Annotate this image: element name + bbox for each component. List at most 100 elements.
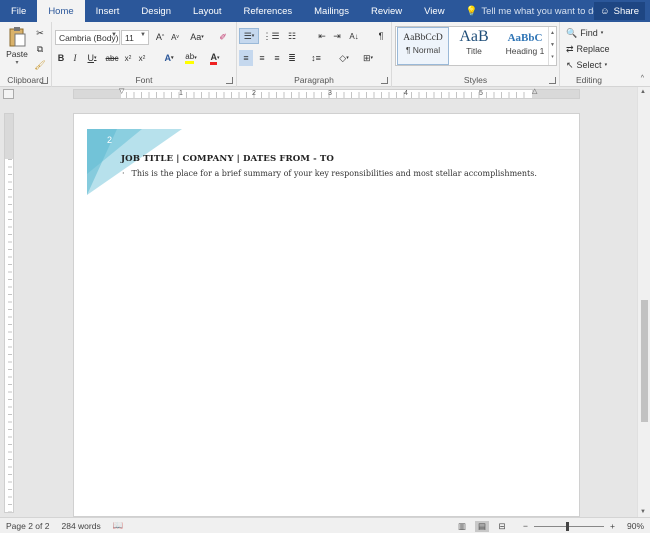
ruler-number: 1 xyxy=(179,90,183,97)
tell-me-text: Tell me what you want to do xyxy=(481,5,599,17)
replace-icon: ⇄ xyxy=(566,43,574,54)
tab-file[interactable]: File xyxy=(0,0,37,22)
tab-home[interactable]: Home xyxy=(37,0,85,22)
style-title[interactable]: AaB Title xyxy=(448,27,500,65)
paragraph-group: ☰ ▾ ⋮☰ ☷ ⇤ ⇥ A↓ ¶ ≡ ≡ ≡ ≣ ↕≡ ◇ ▾ ⊞ ▾ Paragr… xyxy=(237,22,392,87)
sort-icon[interactable]: A↓ xyxy=(347,28,361,44)
multilevel-list-button[interactable]: ☷ xyxy=(283,28,301,44)
style-heading1[interactable]: AaBbC Heading 1 xyxy=(499,27,551,65)
clipboard-launcher-icon[interactable] xyxy=(41,77,48,84)
clear-formatting-icon[interactable]: ✐ xyxy=(216,29,230,45)
font-size-combo[interactable]: 11 ▼ xyxy=(121,30,149,45)
increase-indent-icon[interactable]: ⇥ xyxy=(330,28,344,44)
align-right-button[interactable]: ≡ xyxy=(270,50,284,66)
scroll-down-icon[interactable]: ▼ xyxy=(640,509,646,515)
editing-group: 🔍 Find ▾ ⇄ Replace ↖ Select ▾ Editing xyxy=(560,22,618,87)
tell-me-box[interactable]: 💡 Tell me what you want to do xyxy=(456,0,599,22)
zoom-level[interactable]: 90% xyxy=(627,521,644,531)
web-layout-icon[interactable]: ⊟ xyxy=(495,521,509,532)
tab-mailings[interactable]: Mailings xyxy=(303,0,360,22)
decrease-indent-icon[interactable]: ⇤ xyxy=(315,28,329,44)
highlight-color-icon[interactable]: ab ▾ xyxy=(182,50,200,66)
tab-selector[interactable] xyxy=(3,89,14,99)
bold-button[interactable]: B xyxy=(55,50,67,66)
text-effects-icon[interactable]: A ▾ xyxy=(160,50,178,66)
chevron-down-icon: ▼ xyxy=(140,32,146,38)
zoom-out-icon[interactable]: − xyxy=(523,521,528,531)
print-layout-icon[interactable]: ▤ xyxy=(475,520,490,532)
scroll-up-icon[interactable]: ▲ xyxy=(640,89,646,95)
font-color-icon[interactable]: A ▾ xyxy=(206,50,224,66)
tab-review[interactable]: Review xyxy=(360,0,413,22)
share-label: Share xyxy=(613,5,639,17)
chevron-down-icon: ▼ xyxy=(111,32,117,38)
vertical-ruler[interactable] xyxy=(4,113,14,513)
ruler-number: 5 xyxy=(479,90,483,97)
select-button[interactable]: ↖ Select ▾ xyxy=(566,57,607,73)
share-button[interactable]: ☺ Share xyxy=(593,2,645,20)
shading-icon[interactable]: ◇ ▾ xyxy=(335,50,353,66)
page-count[interactable]: Page 2 of 2 xyxy=(0,521,55,531)
word-count[interactable]: 284 words xyxy=(55,521,106,531)
tab-insert[interactable]: Insert xyxy=(85,0,131,22)
grow-font-icon[interactable]: A ^ xyxy=(153,29,167,45)
format-painter-icon[interactable]: 🖌 xyxy=(34,57,46,73)
strikethrough-button[interactable]: abc xyxy=(105,50,119,66)
justify-button[interactable]: ≣ xyxy=(285,50,299,66)
tab-references[interactable]: References xyxy=(233,0,304,22)
paragraph-launcher-icon[interactable] xyxy=(381,77,388,84)
copy-icon[interactable]: ⧉ xyxy=(34,41,46,57)
style-title-sample: AaB xyxy=(459,28,489,45)
scroll-thumb[interactable] xyxy=(641,300,648,422)
tab-view[interactable]: View xyxy=(413,0,455,22)
bullet-dot-icon: · xyxy=(122,169,125,178)
read-mode-icon[interactable]: ▥ xyxy=(455,521,469,532)
font-name-combo[interactable]: Cambria (Body) ▼ xyxy=(55,30,120,45)
paste-button[interactable]: Paste ▾ xyxy=(4,26,30,66)
tab-design[interactable]: Design xyxy=(130,0,182,22)
vertical-scrollbar[interactable]: ▲ ▼ xyxy=(637,87,650,517)
line-spacing-icon[interactable]: ↕≡ xyxy=(307,50,325,66)
tab-layout[interactable]: Layout xyxy=(182,0,233,22)
italic-button[interactable]: I xyxy=(69,50,81,66)
shrink-font-icon[interactable]: Av xyxy=(168,29,182,45)
page-number: 2 xyxy=(107,135,113,145)
paste-label: Paste xyxy=(6,49,28,59)
style-normal[interactable]: AaBbCcD ¶ Normal xyxy=(397,27,449,65)
font-launcher-icon[interactable] xyxy=(226,77,233,84)
collapse-ribbon-icon[interactable]: ^ xyxy=(641,75,644,82)
zoom-slider-knob[interactable] xyxy=(566,521,570,531)
show-hide-paragraph-icon[interactable]: ¶ xyxy=(375,28,387,44)
borders-icon[interactable]: ⊞ ▾ xyxy=(359,50,377,66)
horizontal-ruler[interactable]: 1 2 3 4 5 7 ▽ △ xyxy=(73,87,580,99)
change-case-button[interactable]: Aa ▾ xyxy=(188,29,206,45)
replace-button[interactable]: ⇄ Replace xyxy=(566,41,610,57)
right-indent-marker-icon[interactable]: △ xyxy=(532,87,537,95)
status-bar: Page 2 of 2 284 words 📖 ▥ ▤ ⊟ − + 90% xyxy=(0,517,650,533)
document-page[interactable]: 2 JOB TITLE | COMPANY | DATES FROM - TO … xyxy=(73,113,580,517)
paragraph-label: Paragraph xyxy=(294,75,334,85)
style-normal-name: ¶ Normal xyxy=(405,45,441,55)
indent-marker-icon[interactable]: ▽ xyxy=(119,87,124,95)
bullets-button[interactable]: ☰ ▾ xyxy=(239,28,259,44)
lightbulb-icon: 💡 xyxy=(465,5,478,17)
paste-icon xyxy=(9,27,26,47)
styles-launcher-icon[interactable] xyxy=(549,77,556,84)
superscript-button[interactable]: x2 xyxy=(136,50,148,66)
select-label: Select xyxy=(576,60,602,70)
numbering-button[interactable]: ⋮☰ xyxy=(262,28,280,44)
subscript-button[interactable]: x2 xyxy=(122,50,134,66)
find-button[interactable]: 🔍 Find ▾ xyxy=(566,25,603,41)
zoom-in-icon[interactable]: + xyxy=(610,521,615,531)
underline-button[interactable]: U ▾ xyxy=(83,50,101,66)
job-title-heading[interactable]: JOB TITLE | COMPANY | DATES FROM - TO xyxy=(121,154,334,164)
proofing-icon[interactable]: 📖 xyxy=(107,520,130,531)
align-center-button[interactable]: ≡ xyxy=(255,50,269,66)
bullet-item[interactable]: · This is the place for a brief summary … xyxy=(122,169,537,178)
clipboard-group: Paste ▾ ✂ ⧉ 🖌 Clipboard xyxy=(0,22,52,87)
cut-icon[interactable]: ✂ xyxy=(34,25,46,41)
styles-scroll[interactable]: ▲ ▼ ▾ xyxy=(548,27,556,65)
align-left-button[interactable]: ≡ xyxy=(239,50,253,66)
zoom-slider[interactable] xyxy=(534,521,605,531)
editing-label: Editing xyxy=(576,75,602,85)
